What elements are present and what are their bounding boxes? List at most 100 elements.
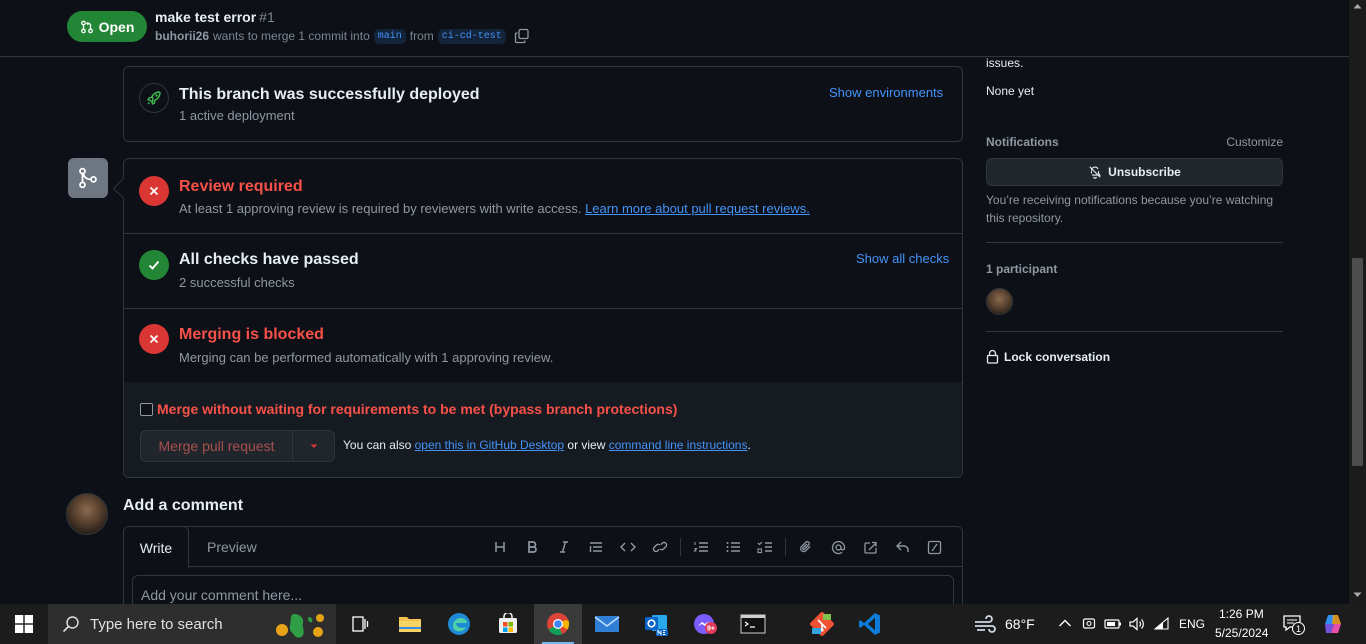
editor-tabs: Write Preview xyxy=(124,527,962,568)
scroll-down-arrow-icon[interactable] xyxy=(1353,592,1362,598)
checks-subtitle: 2 successful checks xyxy=(179,275,295,290)
outlook-icon xyxy=(645,615,668,636)
merge-alternatives-text: You can also open this in GitHub Desktop… xyxy=(343,438,751,452)
page-scrollbar[interactable] xyxy=(1349,0,1366,604)
sidebar-divider xyxy=(986,242,1283,243)
merge-pull-request-button[interactable]: Merge pull request xyxy=(141,431,293,461)
quote-icon[interactable] xyxy=(580,536,612,558)
italic-icon[interactable] xyxy=(548,536,580,558)
issues-text-tail: issues. xyxy=(986,56,1024,70)
base-branch-label[interactable]: main xyxy=(373,28,406,44)
taskbar-chrome[interactable] xyxy=(534,604,582,644)
merge-status-box: Review required At least 1 approving rev… xyxy=(123,158,963,478)
unordered-list-icon[interactable] xyxy=(717,536,749,558)
battery-icon[interactable] xyxy=(1104,617,1122,631)
reply-icon[interactable] xyxy=(886,536,918,558)
taskbar-mail[interactable] xyxy=(583,604,631,644)
tab-preview[interactable]: Preview xyxy=(207,539,257,555)
open-github-desktop-link[interactable]: open this in GitHub Desktop xyxy=(415,438,564,452)
review-learn-more-link[interactable]: Learn more about pull request reviews. xyxy=(585,201,810,216)
link-icon[interactable] xyxy=(644,536,676,558)
bypass-row: Merge without waiting for requirements t… xyxy=(140,401,677,417)
comment-editor: Write Preview Add your comment here... xyxy=(123,526,963,616)
copilot-icon[interactable] xyxy=(1322,613,1344,635)
chrome-icon xyxy=(547,613,570,636)
taskbar-git-gui[interactable] xyxy=(798,604,846,644)
triangle-down-icon xyxy=(310,444,317,448)
messenger-icon: 9+ xyxy=(694,614,717,634)
tab-write[interactable]: Write xyxy=(124,527,189,568)
pr-author-link[interactable]: buhorii26 xyxy=(155,29,209,43)
toolbar-divider xyxy=(680,538,681,556)
clock-date[interactable]: 5/25/2024 xyxy=(1215,626,1268,640)
code-icon[interactable] xyxy=(612,536,644,558)
taskbar-store[interactable] xyxy=(484,604,532,644)
windows-start-button[interactable] xyxy=(0,604,48,644)
taskbar-search-placeholder: Type here to search xyxy=(90,615,223,633)
pr-merge-text: wants to merge 1 commit into xyxy=(213,29,370,43)
copy-icon[interactable] xyxy=(514,28,530,44)
wifi-icon[interactable] xyxy=(1154,617,1170,631)
bold-icon[interactable] xyxy=(516,536,548,558)
paperclip-icon[interactable] xyxy=(790,536,822,558)
unsubscribe-button[interactable]: Unsubscribe xyxy=(986,158,1283,186)
action-center-button[interactable]: 1 xyxy=(1282,614,1306,636)
edge-icon xyxy=(448,613,470,635)
participant-avatar[interactable] xyxy=(986,288,1013,315)
windows-logo-icon xyxy=(15,615,33,633)
windows-taskbar: Type here to search 9+ 68°F ENG 1:26 PM … xyxy=(0,604,1366,644)
checks-section: All checks have passed 2 successful chec… xyxy=(124,234,962,309)
rocket-icon xyxy=(139,83,169,113)
pr-status-badge: Open xyxy=(67,11,147,42)
meet-now-icon[interactable] xyxy=(1082,616,1096,632)
lock-conversation-button[interactable]: Lock conversation xyxy=(986,349,1110,364)
pr-sticky-header: Open make test error #1 buhorii26 wants t… xyxy=(0,0,1349,57)
command-line-instructions-link[interactable]: command line instructions xyxy=(609,438,748,452)
mail-icon xyxy=(594,616,620,632)
ordered-list-icon[interactable] xyxy=(685,536,717,558)
taskbar-outlook[interactable] xyxy=(632,604,680,644)
show-all-checks-button[interactable]: Show all checks xyxy=(856,251,949,266)
cross-reference-icon[interactable] xyxy=(854,536,886,558)
pr-title: make test error #1 xyxy=(155,9,275,25)
taskbar-search[interactable]: Type here to search xyxy=(48,604,336,644)
terminal-icon xyxy=(740,614,766,634)
mention-icon[interactable] xyxy=(822,536,854,558)
volume-icon[interactable] xyxy=(1128,616,1146,632)
slash-commands-icon[interactable] xyxy=(918,536,950,558)
merge-blocked-text: Merging can be performed automatically w… xyxy=(179,350,554,365)
pr-status-label: Open xyxy=(98,18,135,35)
taskbar-messenger[interactable]: 9+ xyxy=(681,604,729,644)
taskbar-edge[interactable] xyxy=(435,604,483,644)
bypass-label[interactable]: Merge without waiting for requirements t… xyxy=(157,401,677,417)
toolbar-divider xyxy=(785,538,786,556)
git-merge-icon xyxy=(68,158,108,198)
scroll-up-arrow-icon[interactable] xyxy=(1353,3,1362,9)
task-view-button[interactable] xyxy=(336,604,384,644)
add-comment-heading: Add a comment xyxy=(123,497,244,514)
merge-method-dropdown[interactable] xyxy=(293,431,334,461)
avatar[interactable] xyxy=(66,493,108,535)
deploy-subtitle: 1 active deployment xyxy=(179,108,295,123)
taskbar-terminal[interactable] xyxy=(729,604,777,644)
deploy-title: This branch was successfully deployed xyxy=(179,86,480,103)
task-list-icon[interactable] xyxy=(749,536,781,558)
taskbar-vscode[interactable] xyxy=(846,604,894,644)
taskbar-file-explorer[interactable] xyxy=(386,604,434,644)
scrollbar-thumb[interactable] xyxy=(1352,258,1363,466)
pr-title-text: make test error xyxy=(155,9,257,25)
merge-blocked-title: Merging is blocked xyxy=(179,326,324,343)
weather-temperature[interactable]: 68°F xyxy=(1005,616,1035,632)
notification-reason-line-1: You’re receiving notifications because y… xyxy=(986,193,1274,207)
customize-link[interactable]: Customize xyxy=(1226,135,1283,149)
heading-icon[interactable] xyxy=(484,536,516,558)
input-language[interactable]: ENG xyxy=(1179,617,1205,631)
store-icon xyxy=(499,613,517,633)
clock-time[interactable]: 1:26 PM xyxy=(1219,607,1264,621)
show-environments-button[interactable]: Show environments xyxy=(829,85,943,100)
head-branch-label[interactable]: ci-cd-test xyxy=(437,28,506,44)
chevron-up-icon[interactable] xyxy=(1058,618,1072,628)
deployment-status-box: This branch was successfully deployed 1 … xyxy=(123,66,963,142)
bypass-checkbox[interactable] xyxy=(140,402,153,416)
merge-actions: Merge without waiting for requirements t… xyxy=(124,382,962,477)
